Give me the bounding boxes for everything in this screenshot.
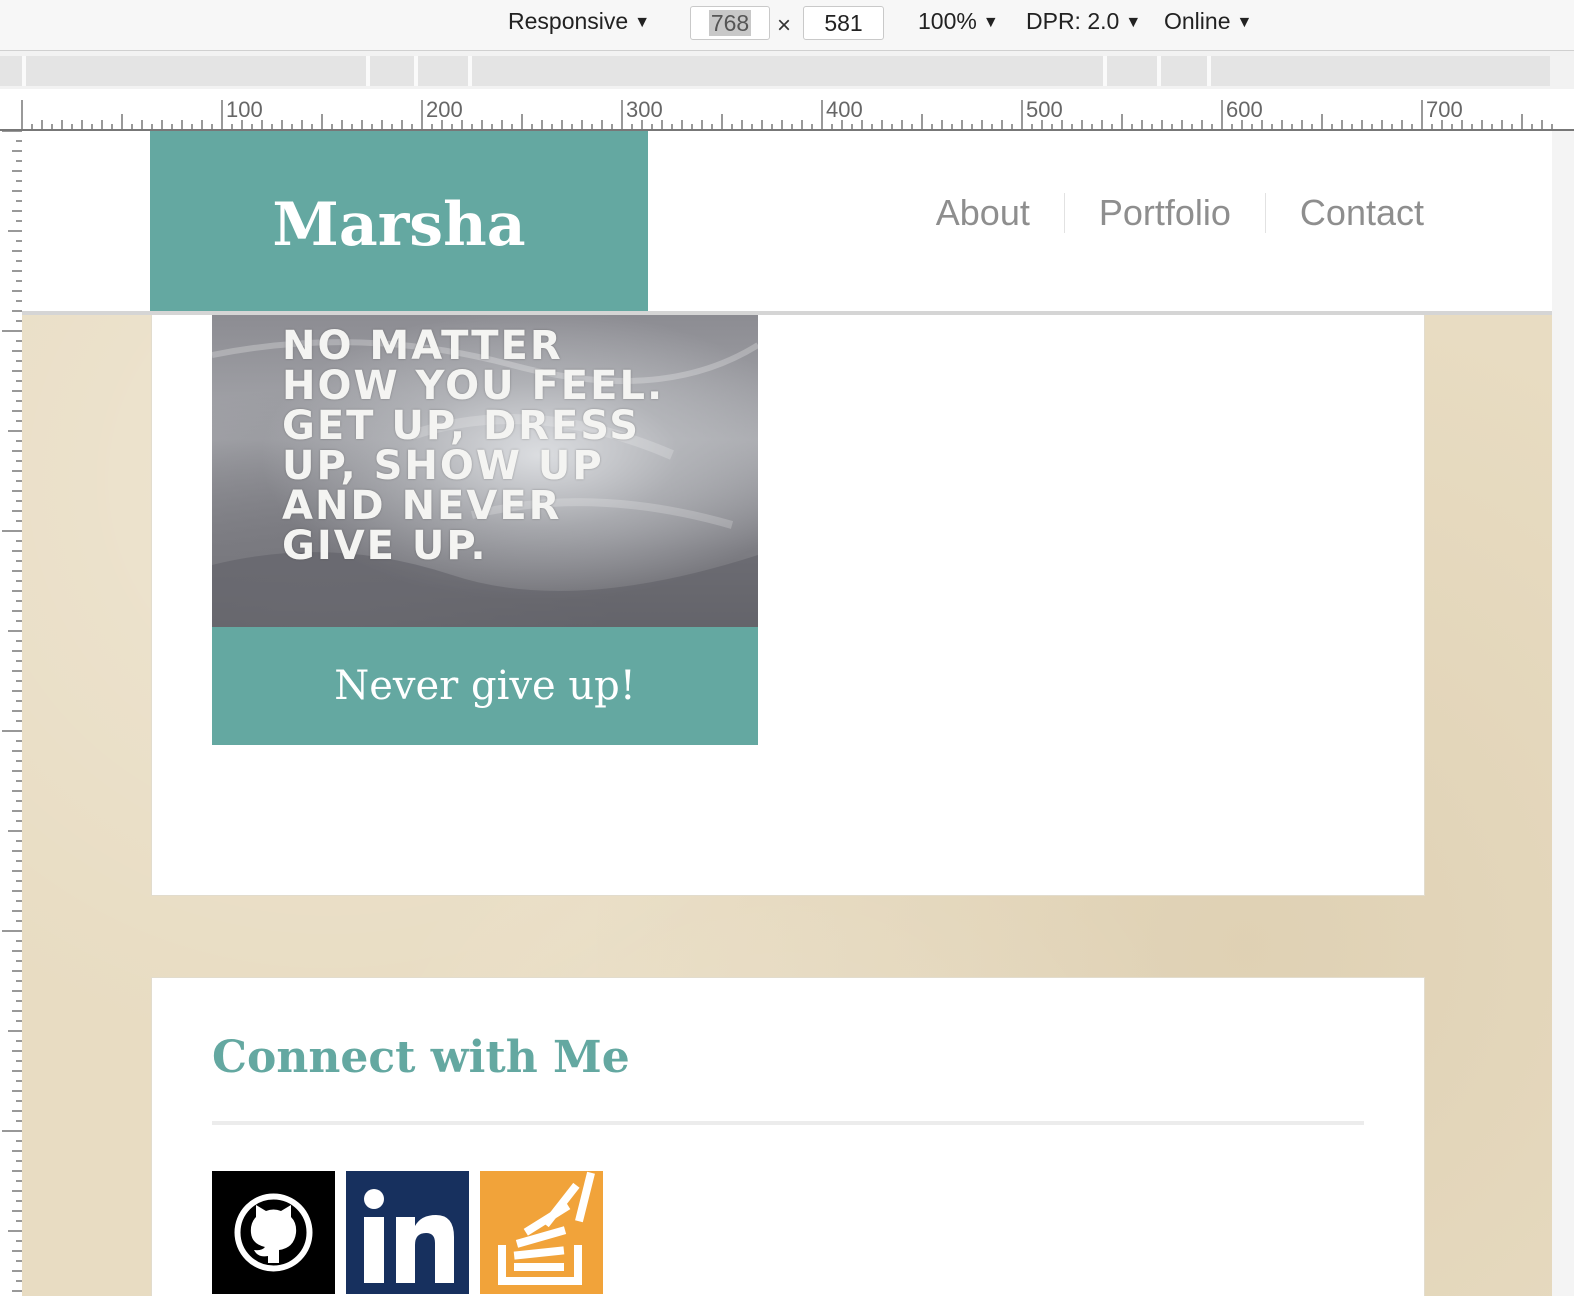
media-query-bar [0, 51, 1574, 89]
media-query-divider [468, 56, 472, 86]
logo[interactable]: Marsha [150, 131, 648, 311]
chevron-down-icon: ▼ [982, 14, 999, 31]
nav-link-portfolio[interactable]: Portfolio [1063, 193, 1265, 233]
media-query-divider [1157, 56, 1161, 86]
ruler-label: 100 [226, 97, 263, 122]
ruler-label: 700 [1426, 97, 1463, 122]
viewport-resize-handle[interactable] [1552, 131, 1574, 1296]
media-query-range[interactable] [0, 56, 1550, 86]
media-query-divider [366, 56, 370, 86]
dpr-select[interactable]: DPR: 2.0 ▼ [1026, 8, 1141, 35]
vertical-ruler-ticks [2, 130, 22, 1292]
quote-image[interactable]: NO MATTER HOW YOU FEEL. GET UP, DRESS UP… [212, 315, 758, 627]
site-header: Marsha About Portfolio Contact [22, 131, 1552, 315]
quote-line: GIVE UP. [282, 523, 488, 569]
zoom-select[interactable]: 100% ▼ [918, 8, 999, 35]
viewport-width-input[interactable]: 768 [690, 6, 770, 40]
github-icon [234, 1193, 313, 1272]
chevron-down-icon: ▼ [1125, 14, 1142, 31]
nav-link-contact[interactable]: Contact [1264, 193, 1424, 233]
connect-card: Connect with Me [151, 977, 1425, 1296]
media-query-divider [414, 56, 418, 86]
linkedin-link[interactable] [346, 1171, 469, 1294]
linkedin-icon [364, 1189, 454, 1283]
ruler-label: 500 [1026, 97, 1063, 122]
connect-heading: Connect with Me [212, 1032, 630, 1083]
media-query-divider [1207, 56, 1211, 86]
divider [212, 1121, 1364, 1125]
chevron-down-icon: ▼ [1236, 14, 1253, 31]
device-select[interactable]: Responsive ▼ [508, 8, 650, 35]
ruler-label: 400 [826, 97, 863, 122]
ruler-label: 600 [1226, 97, 1263, 122]
horizontal-ruler: 100 200 300 400 500 600 700 [0, 89, 1574, 131]
viewport-height-input[interactable]: 581 [803, 6, 884, 40]
logo-text: Marsha [272, 190, 526, 260]
dpr-select-label: DPR: 2.0 [1026, 8, 1120, 34]
viewport-height-value: 581 [824, 10, 863, 36]
network-select-label: Online [1164, 8, 1231, 34]
stackoverflow-link[interactable] [480, 1171, 603, 1294]
times-icon: × [777, 12, 792, 39]
zoom-select-label: 100% [918, 8, 977, 34]
chevron-down-icon: ▼ [634, 14, 651, 31]
quote-caption-text: Never give up! [334, 663, 636, 709]
portfolio-card: NO MATTER HOW YOU FEEL. GET UP, DRESS UP… [151, 315, 1425, 896]
vertical-ruler [0, 130, 23, 1296]
horizontal-ruler-ticks: 100 200 300 400 500 600 700 [0, 97, 1574, 131]
network-select[interactable]: Online ▼ [1164, 8, 1252, 35]
media-query-divider [1103, 56, 1107, 86]
ruler-label: 300 [626, 97, 663, 122]
media-query-divider [22, 56, 26, 86]
nav-link-about[interactable]: About [902, 193, 1064, 233]
stackoverflow-icon [498, 1171, 595, 1285]
device-select-label: Responsive [508, 8, 629, 34]
github-link[interactable] [212, 1171, 335, 1294]
page-viewport[interactable]: Marsha About Portfolio Contact NO MATTER… [22, 131, 1552, 1296]
devtools-toolbar: Responsive ▼ 768 × 581 100% ▼ DPR: 2.0 ▼ On… [0, 0, 1574, 51]
main-nav: About Portfolio Contact [902, 193, 1424, 233]
quote-caption[interactable]: Never give up! [212, 627, 758, 745]
viewport-width-value: 768 [708, 10, 752, 36]
ruler-label: 200 [426, 97, 463, 122]
